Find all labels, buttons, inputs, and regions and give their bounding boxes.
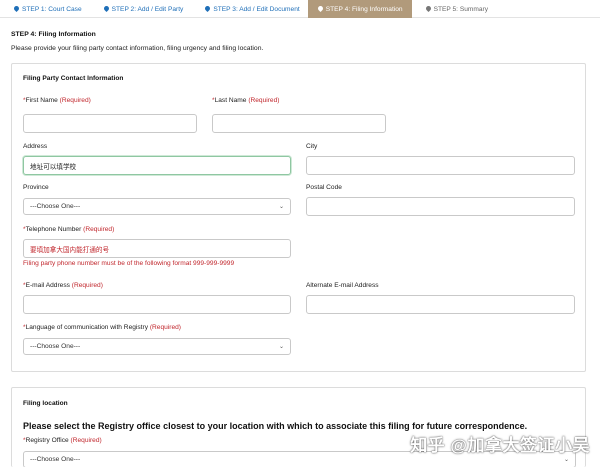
language-select[interactable]: ---Choose One--- ⌄ — [23, 338, 291, 355]
postal-code-label: Postal Code — [306, 184, 342, 191]
email-label: *E-mail Address (Required) — [23, 282, 103, 289]
map-pin-icon — [426, 6, 431, 12]
email-field[interactable] — [23, 295, 291, 314]
language-label: *Language of communication with Registry… — [23, 324, 181, 331]
registry-instruction: Please select the Registry office closes… — [23, 421, 528, 431]
filing-location-heading: Filing location — [23, 400, 68, 407]
step-label: STEP 5: Summary — [433, 5, 489, 13]
step-navigation: STEP 1: Court Case STEP 2: Add / Edit Pa… — [0, 0, 600, 18]
step-2-tab[interactable]: STEP 2: Add / Edit Party — [90, 0, 192, 18]
step-label: STEP 3: Add / Edit Document — [213, 5, 300, 13]
step-3-tab[interactable]: STEP 3: Add / Edit Document — [191, 0, 307, 18]
registry-office-label: *Registry Office (Required) — [23, 437, 102, 444]
address-label: Address — [23, 143, 48, 150]
page-intro: Please provide your filing party contact… — [11, 45, 264, 52]
step-4-tab-active[interactable]: STEP 4: Filing Information — [307, 0, 412, 18]
telephone-label: *Telephone Number (Required) — [23, 226, 115, 233]
last-name-label: *Last Name (Required) — [212, 97, 280, 104]
contact-info-heading: Filing Party Contact Information — [23, 75, 124, 82]
map-pin-icon — [14, 6, 19, 12]
telephone-error-message: Filing party phone number must be of the… — [23, 260, 235, 267]
first-name-field[interactable] — [23, 114, 197, 133]
step-1-tab[interactable]: STEP 1: Court Case — [0, 0, 90, 18]
alternate-email-field[interactable] — [306, 295, 575, 314]
step-5-tab[interactable]: STEP 5: Summary — [412, 0, 496, 18]
postal-code-field[interactable] — [306, 197, 575, 216]
telephone-field[interactable]: 要填加拿大国内能打通的号 — [23, 239, 291, 258]
province-select[interactable]: ---Choose One--- ⌄ — [23, 198, 291, 215]
step-label: STEP 2: Add / Edit Party — [111, 5, 184, 13]
map-pin-icon — [104, 6, 109, 12]
alternate-email-label: Alternate E-mail Address — [306, 282, 379, 289]
map-pin-icon — [318, 6, 323, 12]
city-field[interactable] — [306, 156, 575, 175]
map-pin-icon — [205, 6, 210, 12]
province-label: Province — [23, 184, 49, 191]
watermark: 知乎 @加拿大签证小吴 — [410, 436, 590, 455]
chevron-down-icon: ⌄ — [563, 457, 569, 463]
step-label: STEP 1: Court Case — [22, 5, 82, 13]
city-label: City — [306, 143, 318, 150]
last-name-field[interactable] — [212, 114, 386, 133]
chevron-down-icon: ⌄ — [278, 204, 284, 210]
page-title: STEP 4: Filing Information — [11, 31, 96, 38]
address-field[interactable]: 地址可以填学校 — [23, 156, 291, 175]
first-name-label: *First Name (Required) — [23, 97, 91, 104]
chevron-down-icon: ⌄ — [278, 344, 284, 350]
step-label: STEP 4: Filing Information — [325, 5, 403, 13]
